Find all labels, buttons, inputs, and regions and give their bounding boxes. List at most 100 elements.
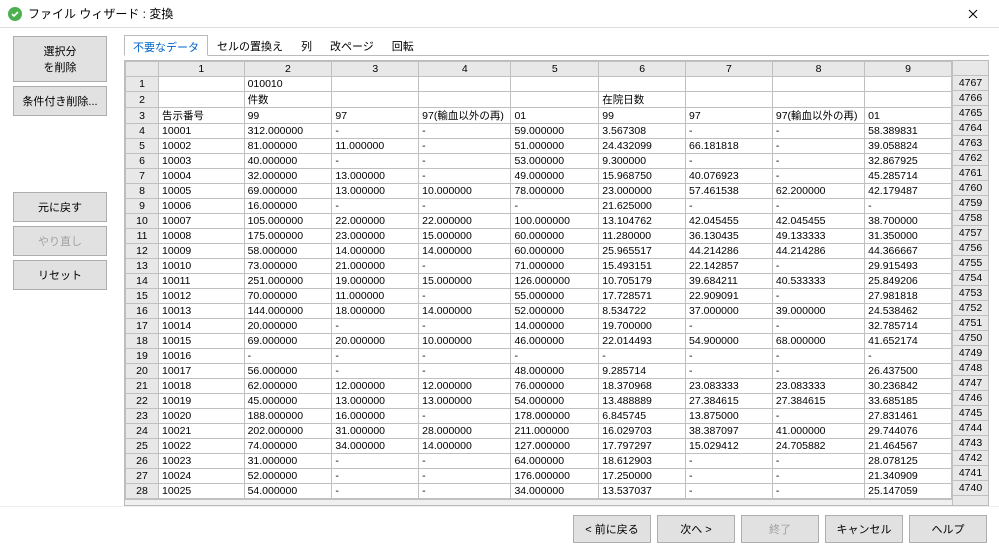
cell[interactable]: 13.104762 (599, 214, 686, 229)
row-header[interactable]: 25 (126, 439, 159, 454)
row-header[interactable]: 4 (126, 124, 159, 139)
cell[interactable]: 39.684211 (686, 274, 773, 289)
cell[interactable]: - (419, 364, 511, 379)
cell[interactable]: 10023 (159, 454, 245, 469)
cell[interactable]: 23.000000 (332, 229, 419, 244)
cell[interactable]: 23.083333 (772, 379, 864, 394)
cell[interactable]: 18.612903 (599, 454, 686, 469)
table-row[interactable]: 91000616.000000---21.625000--- (126, 199, 952, 214)
cell[interactable]: 17.728571 (599, 289, 686, 304)
cell[interactable]: 14.000000 (419, 304, 511, 319)
cell[interactable]: - (419, 289, 511, 304)
help-button[interactable]: ヘルプ (909, 515, 987, 543)
cell[interactable]: - (419, 454, 511, 469)
cell[interactable]: 105.000000 (244, 214, 332, 229)
row-header[interactable]: 24 (126, 424, 159, 439)
cell[interactable]: 39.000000 (772, 304, 864, 319)
cell[interactable]: - (686, 484, 773, 499)
cell[interactable] (772, 77, 864, 92)
cell[interactable]: 13.000000 (332, 169, 419, 184)
table-row[interactable]: 271002452.000000--176.00000017.250000--2… (126, 469, 952, 484)
table-row[interactable]: 1610013144.00000018.00000014.00000052.00… (126, 304, 952, 319)
cancel-button[interactable]: キャンセル (825, 515, 903, 543)
cell[interactable]: 49.000000 (511, 169, 599, 184)
cell[interactable]: 32.867925 (865, 154, 952, 169)
cell[interactable]: 10015 (159, 334, 245, 349)
cell[interactable]: 76.000000 (511, 379, 599, 394)
cell[interactable]: 18.000000 (332, 304, 419, 319)
cell[interactable]: 14.000000 (511, 319, 599, 334)
cell[interactable]: - (419, 409, 511, 424)
cell[interactable]: 40.533333 (772, 274, 864, 289)
cell[interactable]: 178.000000 (511, 409, 599, 424)
cell[interactable]: 21.464567 (865, 439, 952, 454)
cell[interactable]: 010010 (244, 77, 332, 92)
table-row[interactable]: 211001862.00000012.00000012.00000076.000… (126, 379, 952, 394)
cell[interactable]: 17.250000 (599, 469, 686, 484)
cell[interactable]: 13.000000 (332, 184, 419, 199)
cell[interactable]: 10012 (159, 289, 245, 304)
cell[interactable]: 54.000000 (244, 484, 332, 499)
cell[interactable]: 10021 (159, 424, 245, 439)
cell[interactable]: 53.000000 (511, 154, 599, 169)
cell[interactable]: 13.875000 (686, 409, 773, 424)
table-row[interactable]: 221001945.00000013.00000013.00000054.000… (126, 394, 952, 409)
cell[interactable]: 8.534722 (599, 304, 686, 319)
cell[interactable]: 10020 (159, 409, 245, 424)
cell[interactable]: 21.340909 (865, 469, 952, 484)
cell[interactable]: 24.432099 (599, 139, 686, 154)
cell[interactable]: 33.685185 (865, 394, 952, 409)
cell[interactable]: 97 (332, 108, 419, 124)
cell[interactable]: 211.000000 (511, 424, 599, 439)
cell[interactable]: - (244, 349, 332, 364)
cell[interactable] (159, 77, 245, 92)
cell[interactable]: 52.000000 (244, 469, 332, 484)
cell[interactable]: 10.000000 (419, 334, 511, 349)
cell[interactable]: 39.058824 (865, 139, 952, 154)
cell[interactable]: 42.179487 (865, 184, 952, 199)
conditional-delete-button[interactable]: 条件付き削除... (13, 86, 107, 116)
cell[interactable]: 44.214286 (772, 244, 864, 259)
cell[interactable]: 36.130435 (686, 229, 773, 244)
cell[interactable]: 100.000000 (511, 214, 599, 229)
cell[interactable]: - (686, 469, 773, 484)
cell[interactable] (332, 92, 419, 108)
table-row[interactable]: 281002554.000000--34.00000013.537037--25… (126, 484, 952, 499)
cell[interactable]: 40.076923 (686, 169, 773, 184)
tab-3[interactable]: 改ページ (321, 34, 383, 55)
row-header[interactable]: 23 (126, 409, 159, 424)
cell[interactable]: 31.000000 (244, 454, 332, 469)
cell[interactable]: - (419, 169, 511, 184)
column-header[interactable]: 5 (511, 62, 599, 77)
cell[interactable]: 54.000000 (511, 394, 599, 409)
cell[interactable]: 14.000000 (419, 244, 511, 259)
cell[interactable]: 10014 (159, 319, 245, 334)
cell[interactable]: 10022 (159, 439, 245, 454)
cell[interactable]: 176.000000 (511, 469, 599, 484)
row-header[interactable]: 21 (126, 379, 159, 394)
cell[interactable]: - (686, 349, 773, 364)
table-row[interactable]: 1910016-------- (126, 349, 952, 364)
cell[interactable]: 26.437500 (865, 364, 952, 379)
close-icon[interactable] (955, 1, 991, 27)
cell[interactable]: 24.705882 (772, 439, 864, 454)
cell[interactable]: 13.488889 (599, 394, 686, 409)
cell[interactable]: 10001 (159, 124, 245, 139)
cell[interactable]: 27.981818 (865, 289, 952, 304)
table-row[interactable]: 181001569.00000020.00000010.00000046.000… (126, 334, 952, 349)
cell[interactable]: - (772, 139, 864, 154)
cell[interactable]: 10011 (159, 274, 245, 289)
cell[interactable]: - (772, 484, 864, 499)
cell[interactable]: - (332, 124, 419, 139)
cell[interactable]: - (419, 124, 511, 139)
tab-2[interactable]: 列 (292, 34, 321, 55)
cell[interactable]: 58.000000 (244, 244, 332, 259)
cell[interactable]: 10010 (159, 259, 245, 274)
cell[interactable]: 10006 (159, 199, 245, 214)
cell[interactable]: 44.214286 (686, 244, 773, 259)
cell[interactable]: - (772, 154, 864, 169)
row-header[interactable]: 26 (126, 454, 159, 469)
cell[interactable]: 45.285714 (865, 169, 952, 184)
cell[interactable]: 11.000000 (332, 139, 419, 154)
cell[interactable]: - (865, 199, 952, 214)
